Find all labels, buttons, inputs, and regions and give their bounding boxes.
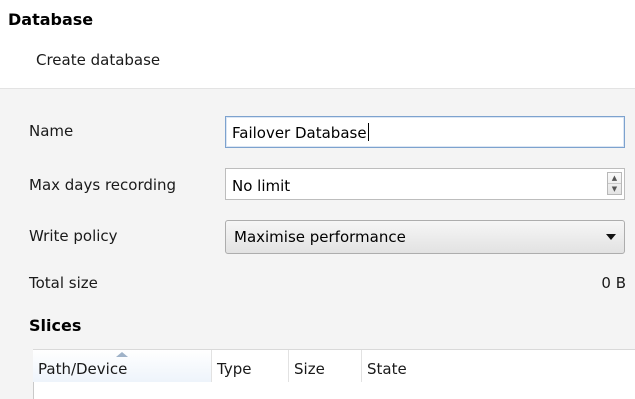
name-input[interactable]: Failover Database [225,116,625,148]
write-policy-label: Write policy [29,227,118,245]
database-form-panel: Name Failover Database Max days recordin… [0,89,635,399]
spin-down-arrow-icon[interactable]: ▼ [608,183,621,194]
total-size-value: 0 B [601,274,626,292]
page-subtitle: Create database [36,51,161,69]
max-days-label: Max days recording [29,176,177,194]
total-size-label: Total size [29,274,98,292]
max-days-value: No limit [232,177,291,195]
slices-table-header: Path/Device Type Size State [33,349,635,383]
column-header-state[interactable]: State [362,350,635,382]
name-label: Name [29,122,74,140]
name-input-value: Failover Database [232,124,367,142]
max-days-spinbox[interactable]: No limit ▲ ▼ [225,168,625,200]
column-label-state: State [367,360,407,378]
slices-table-body[interactable] [33,382,635,399]
page-title: Database [8,10,94,29]
column-header-size[interactable]: Size [289,350,362,382]
header-area: Database Create database [0,0,635,89]
text-caret [367,123,369,141]
spin-buttons: ▲ ▼ [607,172,622,195]
column-header-path-device[interactable]: Path/Device [33,350,212,382]
column-label-type: Type [217,360,252,378]
write-policy-select[interactable]: Maximise performance [225,220,625,254]
chevron-down-icon [606,234,616,240]
column-header-type[interactable]: Type [212,350,289,382]
slices-section-title: Slices [29,316,82,335]
column-label-size: Size [294,360,325,378]
write-policy-value: Maximise performance [234,228,406,246]
sort-ascending-icon [116,352,128,357]
column-label-path-device: Path/Device [38,360,128,378]
